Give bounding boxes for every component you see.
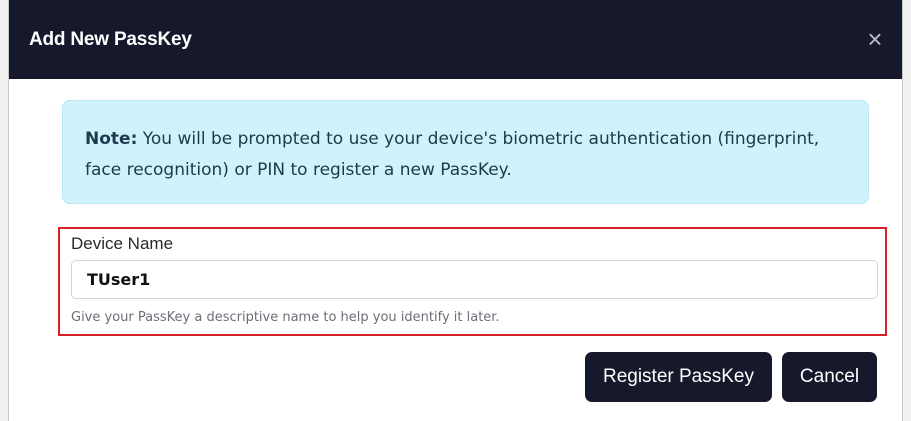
note-label: Note:	[85, 129, 138, 149]
dialog-title: Add New PassKey	[29, 29, 192, 50]
dialog-header: Add New PassKey ×	[9, 0, 902, 79]
device-name-help-text: Give your PassKey a descriptive name to …	[71, 310, 500, 325]
cancel-button[interactable]: Cancel	[782, 352, 877, 402]
close-icon[interactable]: ×	[862, 25, 888, 53]
note-alert: Note: You will be prompted to use your d…	[62, 100, 869, 204]
background-page-edge-left	[0, 0, 9, 421]
device-name-field-group: Device Name Give your PassKey a descript…	[58, 227, 887, 336]
background-page-edge-right	[902, 0, 911, 421]
device-name-label: Device Name	[71, 234, 174, 253]
note-text: You will be prompted to use your device'…	[85, 129, 820, 180]
register-passkey-button[interactable]: Register PassKey	[585, 352, 772, 402]
device-name-input[interactable]	[71, 260, 878, 299]
add-passkey-dialog: Add New PassKey × Note: You will be prom…	[9, 0, 902, 421]
